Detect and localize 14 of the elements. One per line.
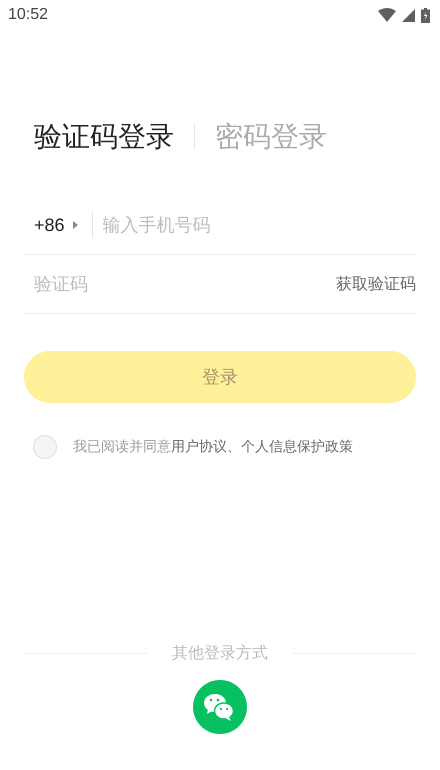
agreement-text: 我已阅读并同意用户协议、个人信息保护政策 (73, 438, 353, 456)
phone-input-field[interactable]: 输入手机号码 (102, 214, 416, 236)
login-tab[interactable]: 验证码登录 (34, 118, 174, 156)
battery-icon (421, 8, 430, 22)
signal-icon (402, 8, 415, 22)
status-time: 10:52 (8, 6, 48, 24)
wifi-icon (378, 8, 396, 22)
code-input-field[interactable]: 验证码 (34, 274, 336, 294)
country-code-selector[interactable]: +86 (34, 214, 78, 236)
get-code-link[interactable]: 获取验证码 (336, 274, 416, 294)
agreement-checkbox[interactable] (33, 435, 57, 459)
chat-bubbles-icon[interactable] (193, 680, 247, 734)
other-login-label: 其他登录方式 (172, 643, 268, 664)
caret-icon (72, 221, 78, 229)
